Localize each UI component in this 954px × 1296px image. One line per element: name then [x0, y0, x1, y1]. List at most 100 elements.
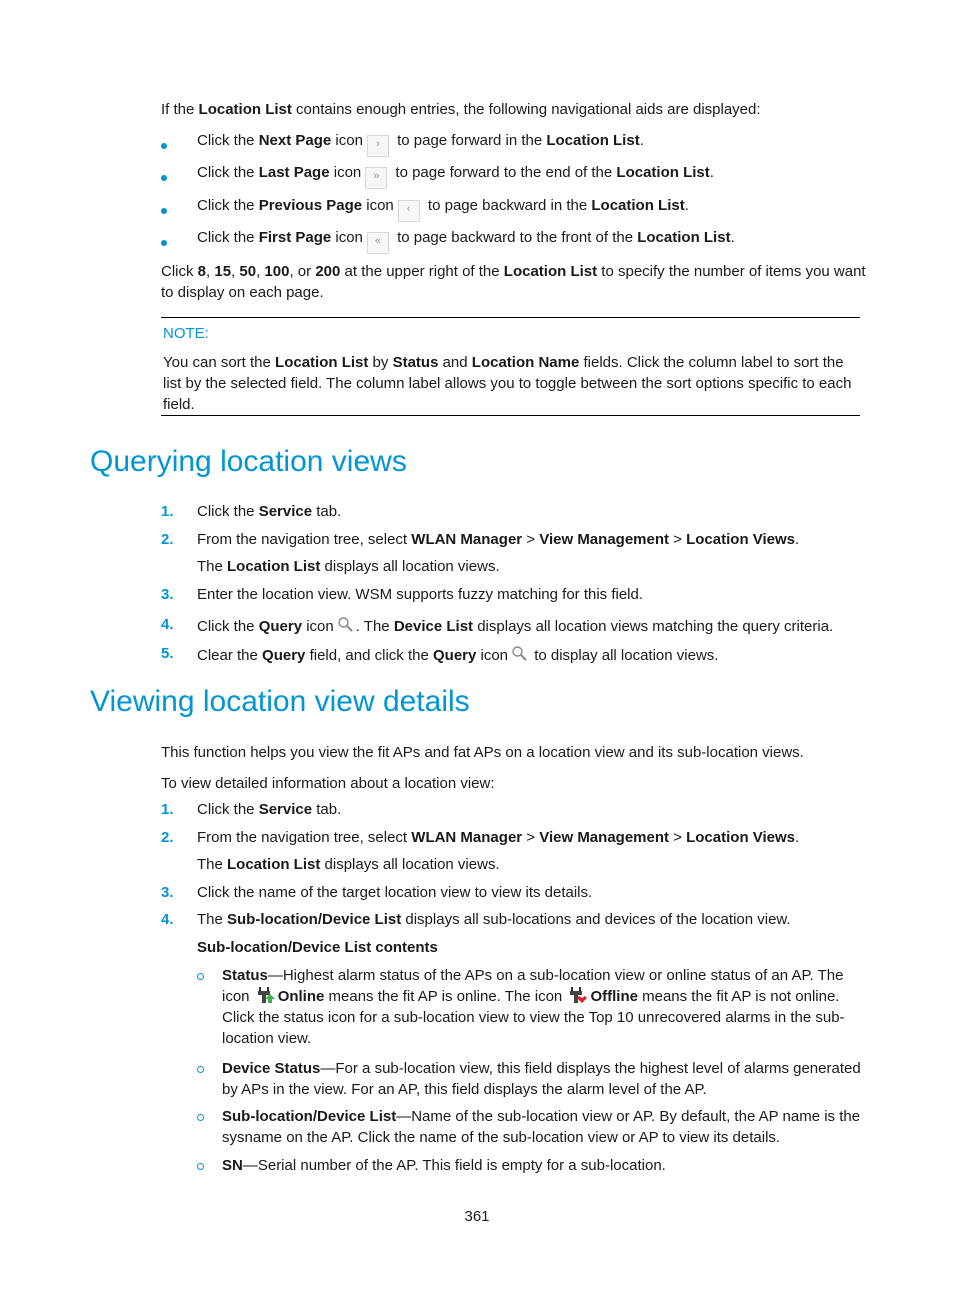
- field-item-device-status: Device Status—For a sub-location view, t…: [222, 1058, 867, 1100]
- online-status-icon: [257, 987, 275, 1003]
- step: Click the Service tab.: [197, 503, 341, 520]
- step-text: icon: [476, 647, 509, 664]
- field-name: Sub-location/Device List: [222, 1108, 397, 1125]
- item-bold: Previous Page: [258, 197, 363, 214]
- step: Clear the Query field, and click the Que…: [197, 645, 718, 664]
- step-bold: Location List: [227, 558, 321, 575]
- page-size-option: 200: [315, 263, 341, 280]
- intro-text: If the: [161, 101, 199, 118]
- page-size-option: 15: [214, 263, 232, 280]
- item-bold: Last Page: [258, 164, 330, 181]
- next-page-icon: ›: [366, 135, 389, 157]
- note-bold: Location List: [275, 354, 369, 371]
- step-bold: View Management: [539, 531, 669, 548]
- query-icon: [338, 617, 353, 632]
- item-text: icon: [331, 132, 363, 149]
- note-part: by: [368, 354, 393, 371]
- page-number: 361: [464, 1208, 490, 1225]
- bullet-dot: [161, 208, 167, 214]
- bullet-dot: [161, 143, 167, 149]
- step-number: 4.: [161, 616, 174, 633]
- previous-page-icon: ‹: [397, 200, 420, 222]
- page-size-option: 100: [264, 263, 290, 280]
- field-item-status: Status—Highest alarm status of the APs o…: [222, 965, 867, 1049]
- step-bold: Location Views: [686, 829, 796, 846]
- first-page-icon: «: [366, 232, 389, 254]
- contents-heading: Sub-location/Device List contents: [197, 939, 438, 956]
- step: From the navigation tree, select WLAN Ma…: [197, 829, 799, 846]
- step-text: displays all location views matching the…: [473, 618, 834, 635]
- step-number: 2.: [161, 531, 174, 548]
- field-desc: means the fit AP is online. The icon: [324, 988, 567, 1005]
- query-icon: [512, 646, 527, 661]
- list-item: Click the Previous Page icon ‹ to page ba…: [197, 197, 689, 222]
- note-bold: Location Name: [471, 354, 580, 371]
- offline-label: Offline: [590, 988, 638, 1005]
- step-bold: Query: [432, 647, 477, 664]
- step: The Sub-location/Device List displays al…: [197, 911, 791, 928]
- item-bold: Next Page: [258, 132, 332, 149]
- item-text: Click the: [197, 229, 259, 246]
- page-size-option: 50: [239, 263, 257, 280]
- section-heading-viewing: Viewing location view details: [90, 685, 470, 718]
- step-text: From the navigation tree, select: [197, 829, 412, 846]
- item-text: to page forward in the: [392, 132, 547, 149]
- note-bold: Status: [392, 354, 439, 371]
- step: From the navigation tree, select WLAN Ma…: [197, 531, 799, 548]
- step-text: .: [795, 829, 800, 846]
- bullet-dot: [161, 240, 167, 246]
- note-bottom-rule: [161, 415, 860, 416]
- step-text: >: [669, 829, 687, 846]
- para-text: Click: [161, 263, 198, 280]
- step-bold: View Management: [539, 829, 669, 846]
- item-text: Click the: [197, 197, 259, 214]
- note-part: You can sort the: [163, 354, 276, 371]
- field-item-sn: SN—Serial number of the AP. This field i…: [222, 1155, 867, 1176]
- step-number: 2.: [161, 829, 174, 846]
- note-label: NOTE:: [163, 325, 209, 342]
- step-text: Click the: [197, 801, 259, 818]
- step-text: >: [522, 531, 540, 548]
- step-text: Click the name of the target location vi…: [197, 884, 593, 901]
- item-text: icon: [331, 229, 363, 246]
- bullet-dot: [161, 175, 167, 181]
- last-page-icon: »: [365, 167, 388, 189]
- item-text: .: [730, 229, 735, 246]
- item-text: icon: [362, 197, 394, 214]
- step-bold: Service: [258, 801, 313, 818]
- item-bold: Location List: [616, 164, 710, 181]
- step-text: >: [522, 829, 540, 846]
- step-bold: Device List: [393, 618, 474, 635]
- list-item: Click the Next Page icon › to page forwar…: [197, 132, 644, 157]
- step-number: 5.: [161, 645, 174, 662]
- step-number: 4.: [161, 911, 174, 928]
- item-text: to page forward to the end of the: [391, 164, 617, 181]
- step-text: displays all location views.: [320, 558, 500, 575]
- list-item: Click the First Page icon « to page backw…: [197, 229, 735, 254]
- item-text: icon: [329, 164, 362, 181]
- field-name: Status: [222, 967, 268, 984]
- note-text: You can sort the Location List by Status…: [163, 352, 860, 415]
- intro-paragraph: If the Location List contains enough ent…: [161, 99, 866, 120]
- step-text: >: [669, 531, 687, 548]
- sub-bullet: [197, 1066, 204, 1073]
- step-text: . The: [355, 618, 394, 635]
- sub-bullet: [197, 1163, 204, 1170]
- para-text: at the upper right of the: [340, 263, 504, 280]
- step-bold: WLAN Manager: [411, 829, 523, 846]
- field-desc: —Serial number of the AP. This field is …: [242, 1157, 666, 1174]
- field-item-sub-location-device-list: Sub-location/Device List—Name of the sub…: [222, 1106, 867, 1148]
- step-bold: Service: [258, 503, 313, 520]
- step-text: displays all sub-locations and devices o…: [401, 911, 791, 928]
- step-text: tab.: [312, 801, 342, 818]
- step: Click the Query icon . The Device List di…: [197, 616, 833, 635]
- step-text: Clear the: [197, 647, 263, 664]
- item-text: .: [684, 197, 689, 214]
- step-text: The: [197, 911, 228, 928]
- step-text: field, and click the: [305, 647, 433, 664]
- item-text: .: [709, 164, 714, 181]
- item-text: .: [639, 132, 644, 149]
- step-text: displays all location views.: [320, 856, 500, 873]
- item-text: to page backward in the: [423, 197, 592, 214]
- sub-bullet: [197, 1114, 204, 1121]
